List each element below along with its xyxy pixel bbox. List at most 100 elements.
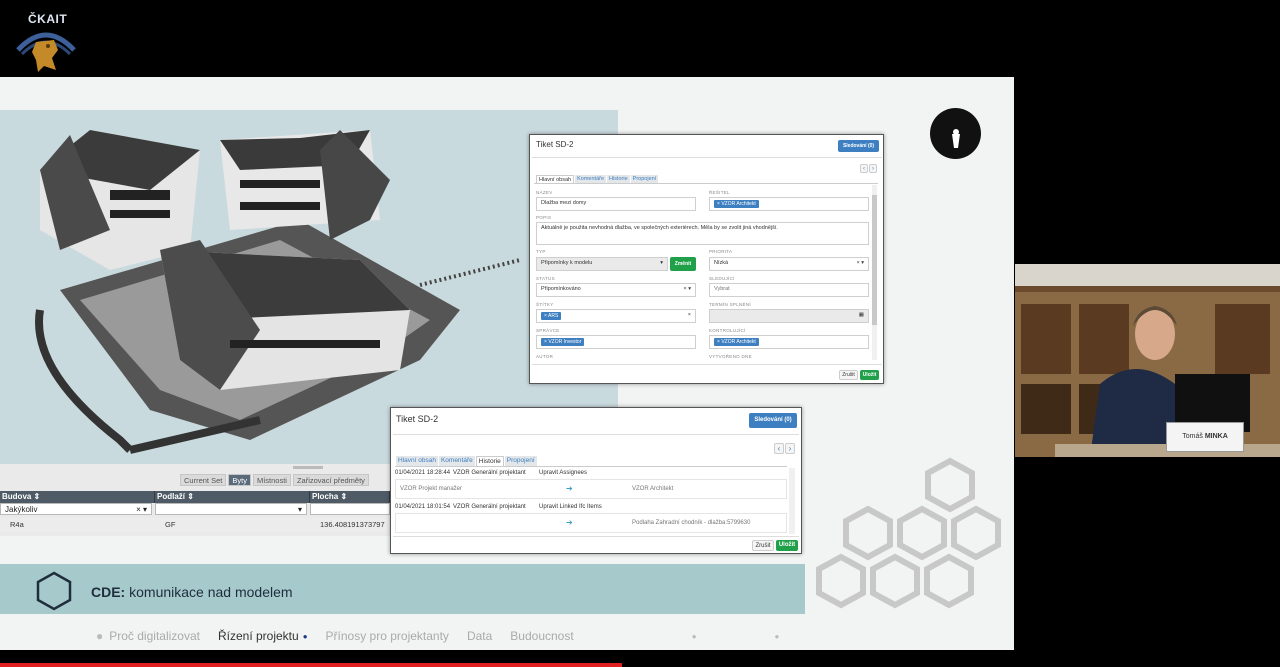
zmenit-button[interactable]: Změnit [670,257,696,271]
splitter-handle[interactable] [293,466,323,469]
clear-dropdown-icon[interactable]: × ▾ [683,286,691,294]
tab-hlavni-obsah[interactable]: Hlavní obsah [396,456,438,466]
video-frame: ČKAIT Current Set Byty Místnosti Zařizov… [0,0,1280,667]
nav-data[interactable]: Data [467,629,492,643]
viewer-tabs: Current Set Byty Místnosti Zařizovací př… [180,474,369,486]
pager: ‹ › [774,443,795,454]
resitel-select[interactable]: × VZOR Architekt [709,197,869,211]
spravce-chip[interactable]: × VZOR Investor [541,338,585,346]
ticket-tabs: Hlavní obsah Komentáře Historie Propojen… [396,456,538,466]
label-nazev: NÁZEV [536,190,553,195]
termin-input[interactable]: ▦ [709,309,869,323]
tab-byty[interactable]: Byty [228,474,251,486]
scrollbar[interactable] [789,468,795,534]
scrollbar-thumb[interactable] [872,195,877,325]
next-icon[interactable]: › [785,443,795,454]
prev-icon[interactable]: ‹ [860,164,868,173]
history-time-1: 01/04/2021 18:28:44 [395,470,451,476]
col-podlazi[interactable]: Podlaží ⇕ [155,491,310,503]
nav-budoucnost[interactable]: Budoucnost [510,629,573,643]
nav-prinosy[interactable]: Přínosy pro projektanty [326,629,449,643]
cell-budova: R4a [10,520,24,529]
bullet-icon: ● [691,631,697,641]
chevron-down-icon: ▾ [660,260,663,266]
nav-rizeni-projektu[interactable]: Řízení projektu [218,629,299,643]
history-detail-2: ➔ Podlaha Zahradní chodník - dlažba:5799… [395,513,787,533]
divider [532,364,882,365]
follow-button[interactable]: Sledování (0) [749,413,797,428]
filter-podlazi[interactable]: ▾ [155,503,307,515]
section-title: CDE: komunikace nad modelem [91,584,293,600]
col-budova[interactable]: Budova ⇕ [0,491,155,503]
divider [534,183,878,184]
ticket-dialog-history: Tiket SD-2 Sledování (0) ‹ › Hlavní obsa… [390,407,802,554]
label-stitky: ŠTÍTKY [536,302,554,307]
label-termin: TERMÍN SPLNĚNÍ [709,302,751,307]
grid-header: Budova ⇕ Podlaží ⇕ Plocha ⇕ [0,491,390,503]
label-typ: TYP [536,249,546,254]
tab-mistnosti[interactable]: Místnosti [252,474,291,486]
ticket-title: Tiket SD-2 [536,140,574,149]
video-progress-bar[interactable] [0,663,622,667]
kontrolujici-chip[interactable]: × VZOR Architekt [714,338,759,346]
priorita-select[interactable]: Nízká × ▾ [709,257,869,271]
follow-button[interactable]: Sledování (0) [838,140,879,152]
arrow-right-icon: ➔ [566,518,573,527]
resitel-chip[interactable]: × VZOR Architekt [714,200,759,208]
status-select[interactable]: Připomínkováno × ▾ [536,283,696,297]
clear-dropdown-icon[interactable]: × ▾ [136,505,147,514]
stitky-chip[interactable]: × ARS [541,312,562,320]
history-from-1: VZOR Projekt manažer [400,486,463,492]
tab-komentare[interactable]: Komentáře [438,456,475,466]
hexagon-icon [36,571,72,611]
figure-icon [952,129,960,148]
history-to-2: Podlaha Zahradní chodník - dlažba:579963… [632,520,751,526]
calendar-icon[interactable]: ▦ [859,312,864,320]
tab-zarizovaci[interactable]: Zařizovací předměty [292,474,369,486]
table-row[interactable]: R4a GF 136.408191373797 [0,518,390,532]
popis-textarea[interactable]: Aktuálně je použita nevhodná dlažba, ve … [536,222,869,245]
divider [393,434,799,435]
nazev-input[interactable]: Dlažba mezi domy [536,197,696,211]
kontrolujici-select[interactable]: × VZOR Architekt [709,335,869,349]
spravce-select[interactable]: × VZOR Investor [536,335,696,349]
history-action-1: Upravit Assignees [539,470,588,476]
filter-budova[interactable]: Jakýkoliv × ▾ [0,503,152,515]
label-kontrolujici: KONTROLUJÍCÍ [709,328,746,333]
scrollbar[interactable] [872,185,877,360]
stitky-select[interactable]: × ARS × [536,309,696,323]
presentation-slide: Current Set Byty Místnosti Zařizovací př… [0,77,1014,650]
cell-plocha: 136.408191373797 [320,520,385,529]
close-icon[interactable]: × [688,312,691,320]
active-dot-icon: ● [302,631,308,641]
tab-propojeni[interactable]: Propojení [504,456,537,466]
sledujici-select[interactable]: Vybrat [709,283,869,297]
bullet-icon: ● [774,631,780,641]
divider [395,466,787,467]
divider [393,536,799,537]
filter-plocha[interactable] [310,503,390,515]
cell-podlazi: GF [165,520,176,529]
ckait-logo: ČKAIT [14,10,78,76]
zrusit-button[interactable]: Zrušit [752,540,774,551]
chevron-down-icon: ▾ [297,505,302,514]
ulozit-button[interactable]: Uložit [860,370,879,380]
col-plocha[interactable]: Plocha ⇕ [310,491,390,503]
typ-select[interactable]: Připomínky k modelu ▾ [536,257,668,271]
nav-proc-digitalizovat[interactable]: Proč digitalizovat [109,629,200,643]
ticket-dialog-main: Tiket SD-2 Sledování (0) ‹ › Hlavní obsa… [529,134,884,384]
ulozit-button[interactable]: Uložit [776,540,798,551]
label-priorita: PRIORITA [709,249,733,254]
history-detail-1: VZOR Projekt manažer ➔ VZOR Architekt [395,479,787,499]
hexagon-decoration [816,457,1001,609]
label-popis: POPIS [536,215,552,220]
label-autor: AUTOR [536,354,554,359]
prev-icon[interactable]: ‹ [774,443,784,454]
grid-filter-row: Jakýkoliv × ▾ ▾ [0,503,390,515]
divider [532,157,882,158]
tab-historie[interactable]: Historie [475,456,504,466]
zrusit-button[interactable]: Zrušit [839,370,858,380]
tab-current-set[interactable]: Current Set [180,474,227,486]
clear-dropdown-icon[interactable]: × ▾ [856,260,864,268]
next-icon[interactable]: › [869,164,877,173]
